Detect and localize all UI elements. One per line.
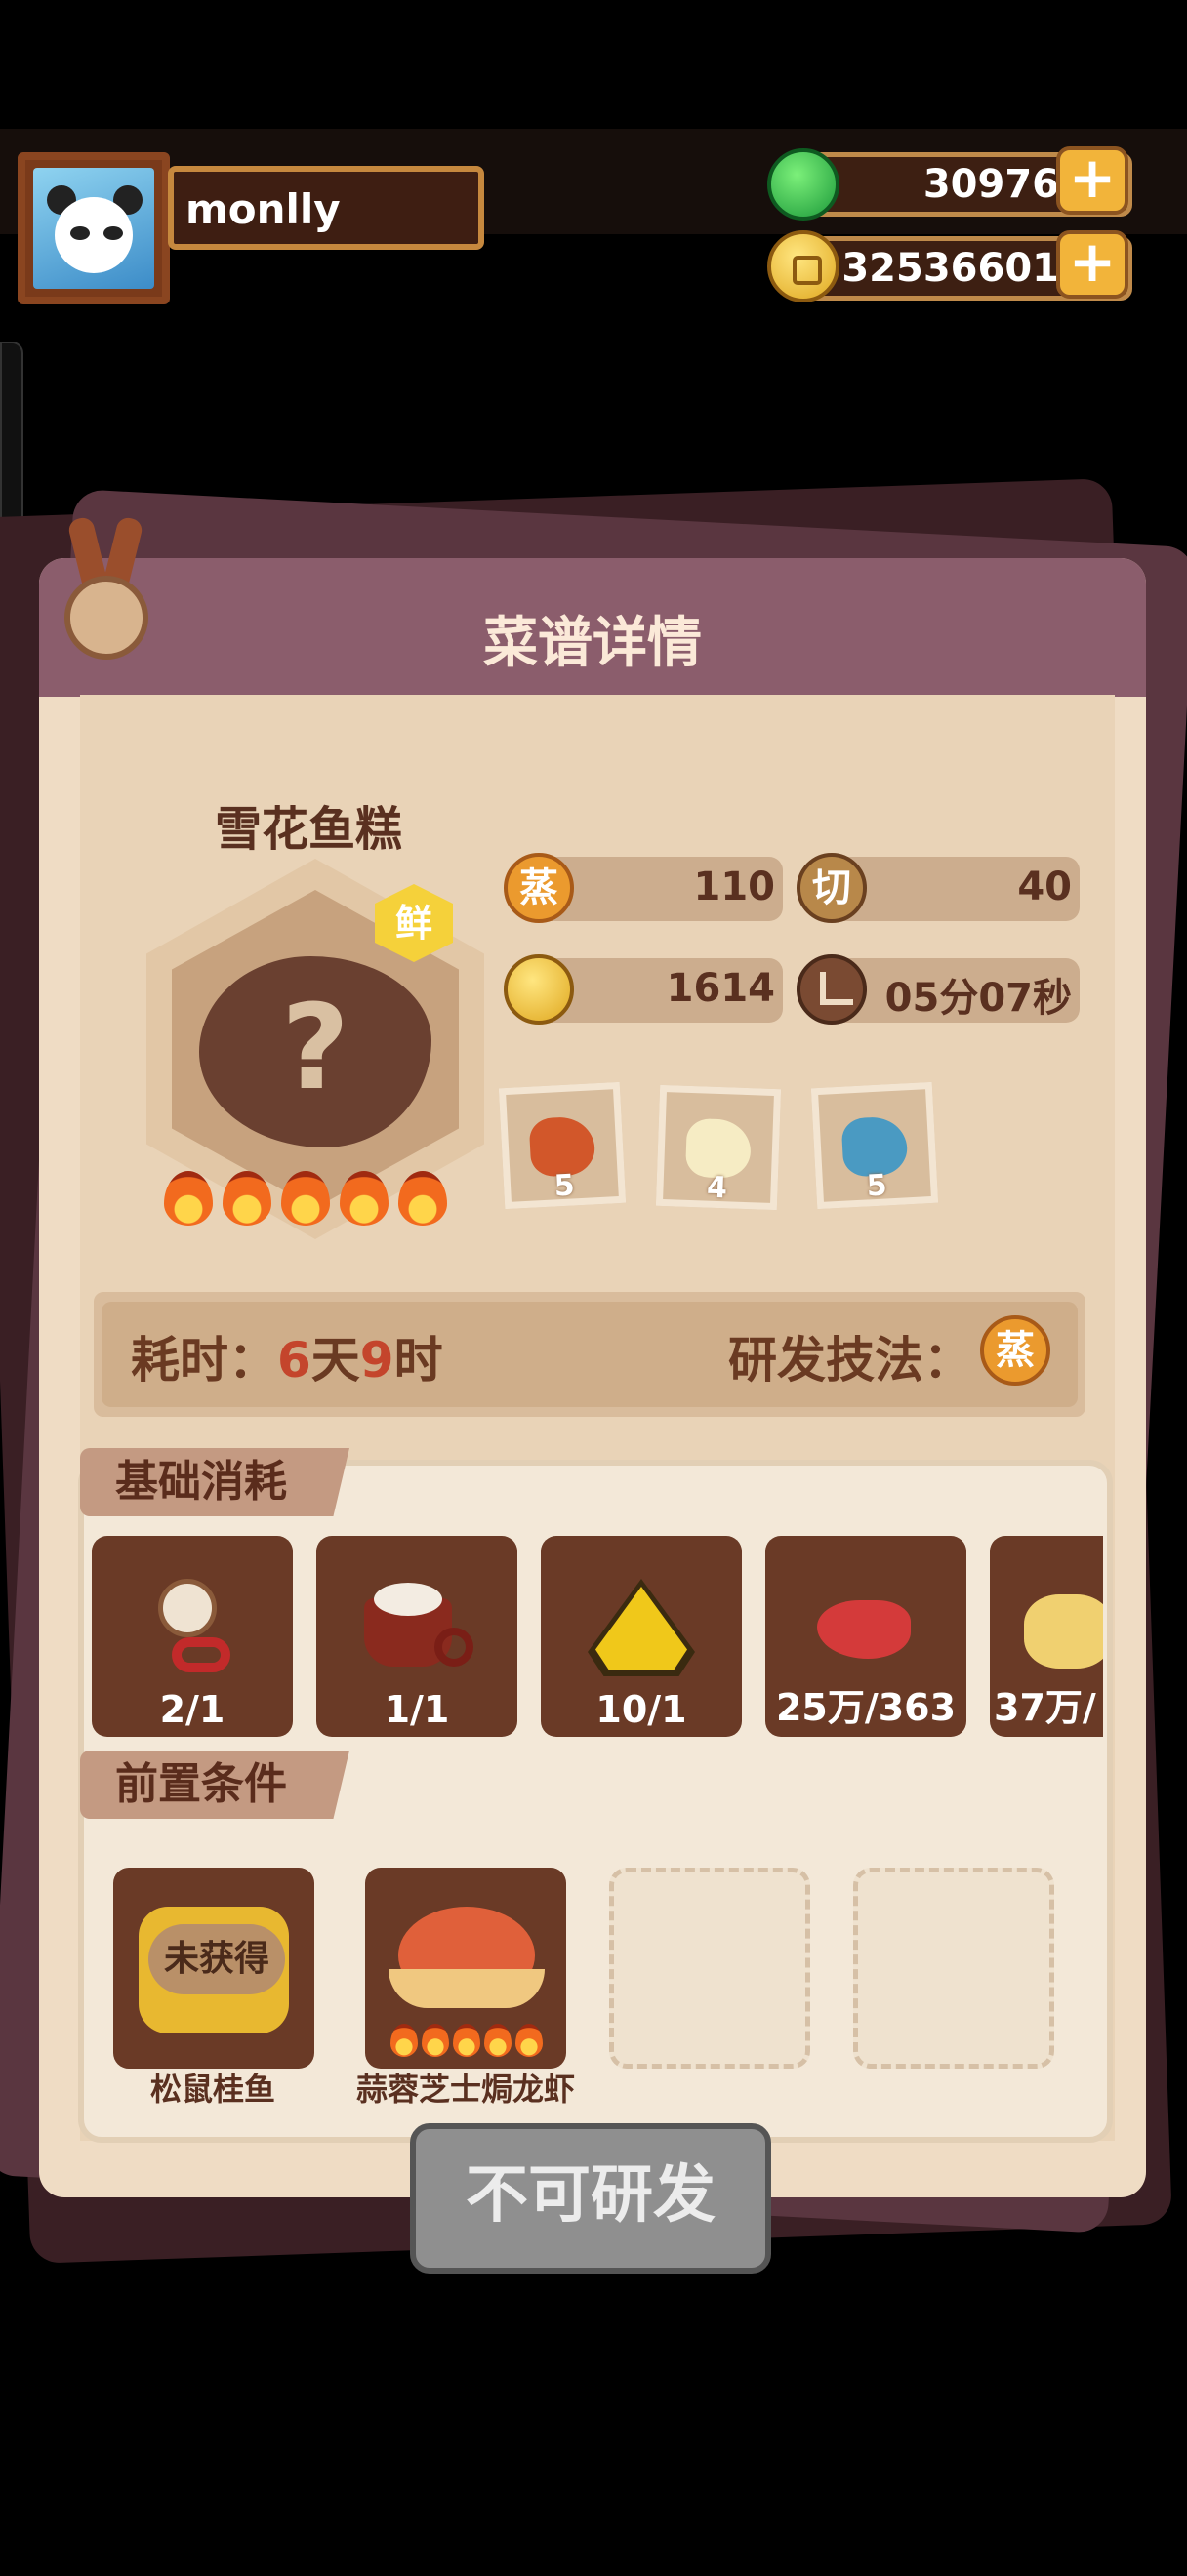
research-time: 耗时：6天9时	[131, 1332, 443, 1389]
coin-value: 32536601	[841, 246, 1059, 291]
scissors-icon	[148, 1579, 236, 1686]
steam-icon: 蒸	[504, 853, 574, 923]
consumption-item[interactable]: 10/1	[541, 1536, 742, 1737]
player-name-box: monlly	[168, 166, 484, 250]
back-button[interactable]	[59, 515, 152, 669]
consumption-item[interactable]: 25万/363	[765, 1536, 966, 1737]
player-name: monlly	[185, 185, 341, 233]
flame-icon	[398, 1171, 447, 1226]
add-jade-button[interactable]: +	[1056, 146, 1128, 215]
flame-icon	[453, 2024, 480, 2057]
flame-icon	[340, 1171, 389, 1226]
flame-rating	[389, 2024, 545, 2063]
ingredient-count: 5	[553, 1168, 576, 1204]
flame-icon	[390, 2024, 418, 2057]
cook-time-value: 05分07秒	[884, 976, 1072, 1021]
add-coins-button[interactable]: +	[1056, 230, 1128, 299]
rice-pot-icon	[358, 1579, 475, 1676]
flame-icon	[164, 1171, 213, 1226]
price-value: 1614	[666, 966, 775, 1011]
avatar-image	[33, 168, 154, 289]
steam-value: 110	[693, 865, 776, 909]
empty-prerequisite-slot	[853, 1868, 1054, 2069]
empty-prerequisite-slot	[609, 1868, 810, 2069]
consumption-item[interactable]: 2/1	[92, 1536, 293, 1737]
prerequisite-item[interactable]: 未获得	[113, 1868, 314, 2069]
jade-icon	[767, 148, 839, 221]
prerequisite-name: 松鼠桂鱼	[149, 2071, 275, 2108]
consumption-item[interactable]: 37万/	[990, 1536, 1103, 1737]
prerequisite-name: 蒜蓉芝士焗龙虾	[355, 2071, 575, 2108]
flame-icon	[422, 2024, 449, 2057]
basic-consumption-title: 基础消耗	[80, 1448, 349, 1516]
flame-icon	[484, 2024, 512, 2057]
cut-icon: 切	[797, 853, 867, 923]
consumption-item[interactable]: 1/1	[316, 1536, 517, 1737]
ingredient-slot[interactable]: 4	[655, 1084, 782, 1211]
jade-value: 30976	[922, 162, 1059, 207]
panel-title: 菜谱详情	[483, 612, 702, 675]
technique-steam-icon: 蒸	[980, 1315, 1050, 1386]
bread-icon	[1024, 1594, 1103, 1672]
research-technique-label: 研发技法：	[728, 1332, 972, 1389]
dish-name: 雪花鱼糕	[215, 802, 403, 857]
flame-icon	[515, 2024, 543, 2057]
ingredient-count: 5	[865, 1168, 888, 1204]
raw-meat-icon	[817, 1590, 915, 1669]
flame-rating	[164, 1171, 467, 1229]
ingredient-slot[interactable]: 5	[810, 1081, 939, 1210]
cut-value: 40	[1017, 865, 1072, 909]
coin-icon	[767, 230, 839, 302]
flame-icon	[223, 1171, 271, 1226]
question-mark-icon: ?	[281, 981, 349, 1116]
flame-icon	[281, 1171, 330, 1226]
research-button-disabled[interactable]: 不可研发	[410, 2123, 771, 2274]
prerequisite-item[interactable]	[365, 1868, 566, 2069]
coin-icon	[504, 954, 574, 1025]
not-obtained-badge: 未获得	[148, 1924, 285, 1994]
clock-icon	[797, 954, 867, 1025]
ingredient-count: 4	[706, 1170, 728, 1206]
gold-token-icon	[588, 1579, 695, 1676]
back-icon	[64, 576, 148, 660]
prerequisites-title: 前置条件	[80, 1751, 349, 1819]
avatar[interactable]	[18, 152, 170, 304]
ingredient-slot[interactable]: 5	[498, 1081, 627, 1210]
consumption-item-clip: 37万/	[990, 1536, 1103, 1737]
